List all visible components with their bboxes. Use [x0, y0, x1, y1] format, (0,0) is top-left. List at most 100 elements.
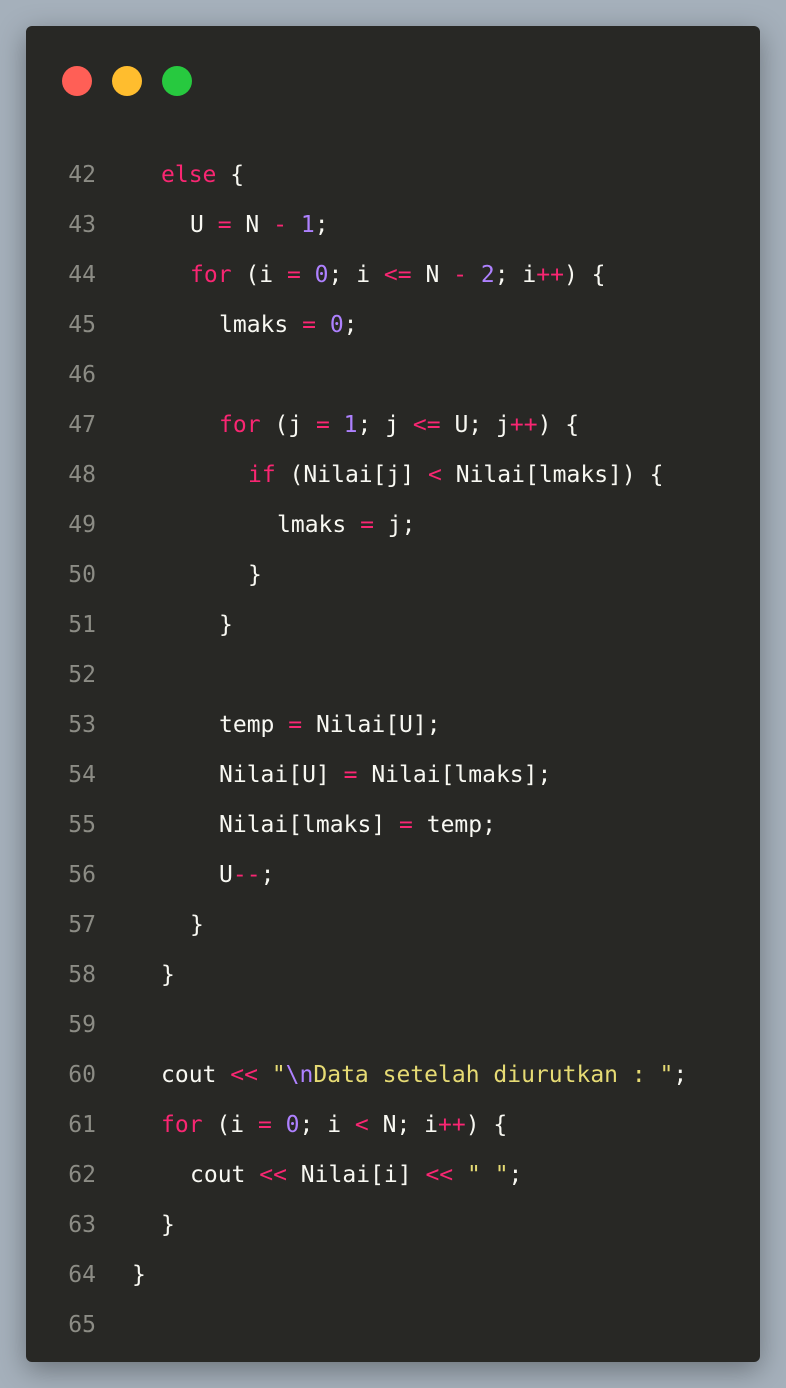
code-token: }	[248, 562, 262, 588]
code-token: Nilai[U]	[219, 762, 344, 788]
code-token: (i	[231, 262, 287, 288]
line-number: 47	[68, 412, 96, 438]
code-token: =	[217, 212, 232, 238]
code-token: (j	[260, 412, 316, 438]
code-token: <<	[230, 1062, 258, 1088]
code-line: 64}	[26, 1250, 760, 1300]
code-token: Nilai[lmaks]	[219, 812, 400, 838]
code-token: ) {	[537, 412, 580, 438]
code-text: for (i = 0; i < N; i++) {	[161, 1100, 507, 1150]
code-token: ;	[673, 1062, 688, 1088]
line-number: 58	[68, 962, 96, 988]
code-token: " "	[467, 1162, 509, 1188]
code-token: }	[161, 1212, 175, 1238]
code-text: cout << "\nData setelah diurutkan : ";	[161, 1050, 687, 1100]
code-token: temp;	[412, 812, 496, 838]
line-number: 60	[68, 1062, 96, 1088]
code-line: 46	[26, 350, 760, 400]
line-number: 54	[68, 762, 96, 788]
code-token: 0	[329, 312, 344, 338]
code-text: Nilai[lmaks] = temp;	[219, 800, 496, 850]
code-token: <=	[412, 412, 441, 438]
code-token: =	[360, 512, 374, 538]
code-token: "	[271, 1062, 286, 1088]
line-number: 50	[68, 562, 96, 588]
code-token: 1	[343, 412, 358, 438]
code-token: =	[315, 412, 330, 438]
close-button-icon[interactable]	[62, 66, 92, 96]
code-token: =	[399, 812, 413, 838]
code-text: }	[219, 600, 233, 650]
code-token: <=	[383, 262, 412, 288]
line-number: 57	[68, 912, 96, 938]
code-token: ;	[508, 1162, 523, 1188]
code-token: N; i	[368, 1112, 439, 1138]
code-token: lmaks	[277, 512, 361, 538]
code-token: -	[453, 262, 468, 288]
code-line: 52	[26, 650, 760, 700]
code-token: ++	[438, 1112, 466, 1138]
line-number: 64	[68, 1262, 96, 1288]
code-text: for (j = 1; j <= U; j++) {	[219, 400, 579, 450]
code-token: {	[216, 162, 245, 188]
code-token: ; i	[299, 1112, 355, 1138]
code-token: cout	[190, 1162, 260, 1188]
code-token: ;	[343, 312, 358, 338]
code-text: lmaks = j;	[277, 500, 416, 550]
code-line: 42 else {	[26, 150, 760, 200]
line-number: 53	[68, 712, 96, 738]
code-text: }	[161, 1200, 175, 1250]
line-number: 45	[68, 312, 96, 338]
code-line: 47 for (j = 1; j <= U; j++) {	[26, 400, 760, 450]
code-line: 43 U = N - 1;	[26, 200, 760, 250]
minimize-button-icon[interactable]	[112, 66, 142, 96]
code-text: for (i = 0; i <= N - 2; i++) {	[190, 250, 606, 300]
code-text: temp = Nilai[U];	[219, 700, 441, 750]
code-token: 1	[300, 212, 315, 238]
line-number: 52	[68, 662, 96, 688]
code-token: lmaks	[219, 312, 303, 338]
code-token: for	[190, 262, 232, 288]
line-number: 42	[68, 162, 96, 188]
code-token: if	[248, 462, 276, 488]
code-line: 63}	[26, 1200, 760, 1250]
code-token: U	[190, 212, 218, 238]
line-number: 65	[68, 1312, 96, 1338]
code-text: }	[190, 900, 204, 950]
line-number: 61	[68, 1112, 96, 1138]
code-token: (Nilai[j]	[275, 462, 429, 488]
code-text: U--;	[219, 850, 274, 900]
line-number: 43	[68, 212, 96, 238]
code-token: =	[288, 712, 303, 738]
code-window: 42 else {43 U = N - 1; 44 for (i = 0; i <= N…	[26, 26, 760, 1362]
code-token: --	[232, 862, 261, 888]
code-token: j;	[373, 512, 416, 538]
code-token: ) {	[465, 1112, 508, 1138]
code-line: 50}	[26, 550, 760, 600]
code-line: 45 lmaks = 0;	[26, 300, 760, 350]
code-token: ++	[536, 262, 564, 288]
line-number: 63	[68, 1212, 96, 1238]
code-token: Nilai[i]	[286, 1162, 426, 1188]
code-token: 2	[480, 262, 495, 288]
code-line: 44 for (i = 0; i <= N - 2; i++) {	[26, 250, 760, 300]
code-token: =	[257, 1112, 272, 1138]
maximize-button-icon[interactable]	[162, 66, 192, 96]
code-token: \n	[285, 1062, 314, 1088]
code-line: 56 U--;	[26, 850, 760, 900]
code-token: =	[343, 762, 358, 788]
code-line: 55 Nilai[lmaks] = temp;	[26, 800, 760, 850]
code-token: ++	[509, 412, 538, 438]
code-token: U; j	[440, 412, 510, 438]
code-text: Nilai[U] = Nilai[lmaks];	[219, 750, 551, 800]
code-token: ; i	[328, 262, 384, 288]
code-token: ;	[260, 862, 275, 888]
code-text: lmaks = 0;	[219, 300, 358, 350]
code-text: else {	[161, 150, 244, 200]
code-line: 54 Nilai[U] = Nilai[lmaks];	[26, 750, 760, 800]
code-token: }	[161, 962, 175, 988]
code-token: ; j	[357, 412, 413, 438]
